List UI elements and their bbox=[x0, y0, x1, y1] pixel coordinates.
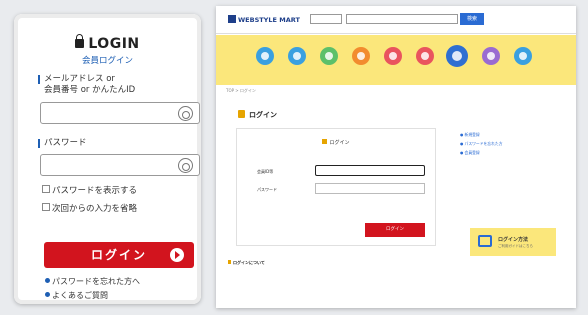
checkbox-icon[interactable] bbox=[42, 185, 50, 193]
side-link[interactable]: ● 新規登録 bbox=[460, 130, 503, 139]
mobile-login-panel: LOGIN 会員ログイン メールアドレス or 会員番号 or かんたんID パ… bbox=[14, 14, 201, 304]
site-logo[interactable]: WEBSTYLE MART bbox=[228, 15, 300, 24]
checkbox-icon[interactable] bbox=[42, 203, 50, 211]
member-id-label: 会員ID等 bbox=[257, 169, 274, 174]
notes-heading: ログインについて bbox=[228, 260, 265, 266]
panel-title: ログイン bbox=[237, 139, 435, 146]
login-title: LOGIN bbox=[14, 34, 201, 52]
lock-icon bbox=[75, 34, 85, 48]
monitor-icon bbox=[478, 235, 492, 247]
user-icon bbox=[178, 106, 193, 121]
id-field-label: メールアドレス or 会員番号 or かんたんID bbox=[37, 74, 136, 95]
id-input[interactable] bbox=[40, 102, 200, 124]
logo-icon bbox=[228, 15, 236, 23]
nav-category-icon[interactable] bbox=[416, 47, 434, 65]
lock-icon bbox=[322, 139, 328, 144]
nav-category-icon[interactable] bbox=[514, 47, 532, 65]
login-form-panel: ログイン 会員ID等 パスワード ログイン bbox=[236, 128, 436, 246]
side-link[interactable]: ● パスワードを忘れた方 bbox=[460, 139, 503, 148]
password-input[interactable] bbox=[315, 183, 425, 194]
nav-category-icon[interactable] bbox=[288, 47, 306, 65]
breadcrumb[interactable]: TOP > ログイン bbox=[226, 88, 256, 94]
login-guide-banner[interactable]: ログイン方法 ご利用ガイドはこちら bbox=[470, 228, 556, 256]
lock-icon bbox=[238, 110, 245, 118]
nav-category-icon[interactable] bbox=[384, 47, 402, 65]
nav-category-icon[interactable] bbox=[352, 47, 370, 65]
password-input[interactable] bbox=[40, 154, 200, 176]
site-header: WEBSTYLE MART 検索 bbox=[216, 6, 576, 34]
password-label: パスワード bbox=[257, 187, 277, 192]
side-link[interactable]: ● 会員登録 bbox=[460, 148, 503, 157]
nav-category-icon[interactable] bbox=[482, 47, 500, 65]
search-button[interactable]: 検索 bbox=[460, 13, 484, 25]
screenshot-composite: LOGIN 会員ログイン メールアドレス or 会員番号 or かんたんID パ… bbox=[0, 0, 588, 315]
nav-category-icon[interactable] bbox=[256, 47, 274, 65]
category-select[interactable] bbox=[310, 14, 342, 24]
remember-checkbox[interactable]: 次回からの入力を省略 bbox=[42, 202, 137, 214]
page-title: ログイン bbox=[238, 110, 277, 120]
login-button[interactable]: ログイン bbox=[44, 242, 194, 268]
arrow-right-icon bbox=[170, 248, 184, 262]
search-input[interactable] bbox=[346, 14, 458, 24]
login-header: LOGIN 会員ログイン bbox=[14, 34, 201, 66]
side-links: ● 新規登録 ● パスワードを忘れた方 ● 会員登録 bbox=[460, 130, 503, 157]
faq-link[interactable]: よくあるご質問 bbox=[45, 290, 108, 301]
nav-category-icon-selected[interactable] bbox=[446, 45, 468, 67]
member-id-input[interactable] bbox=[315, 165, 425, 176]
login-subtitle: 会員ログイン bbox=[81, 56, 133, 66]
forgot-password-link[interactable]: パスワードを忘れた方へ bbox=[45, 276, 140, 287]
login-button[interactable]: ログイン bbox=[365, 223, 425, 237]
desktop-login-page: WEBSTYLE MART 検索 TOP > ログイン ログイン ログイン 会員… bbox=[216, 6, 576, 308]
password-field-label: パスワード bbox=[38, 138, 87, 148]
category-nav bbox=[216, 35, 576, 85]
show-password-checkbox[interactable]: パスワードを表示する bbox=[42, 184, 137, 196]
nav-category-icon[interactable] bbox=[320, 47, 338, 65]
eye-icon[interactable] bbox=[178, 158, 193, 173]
